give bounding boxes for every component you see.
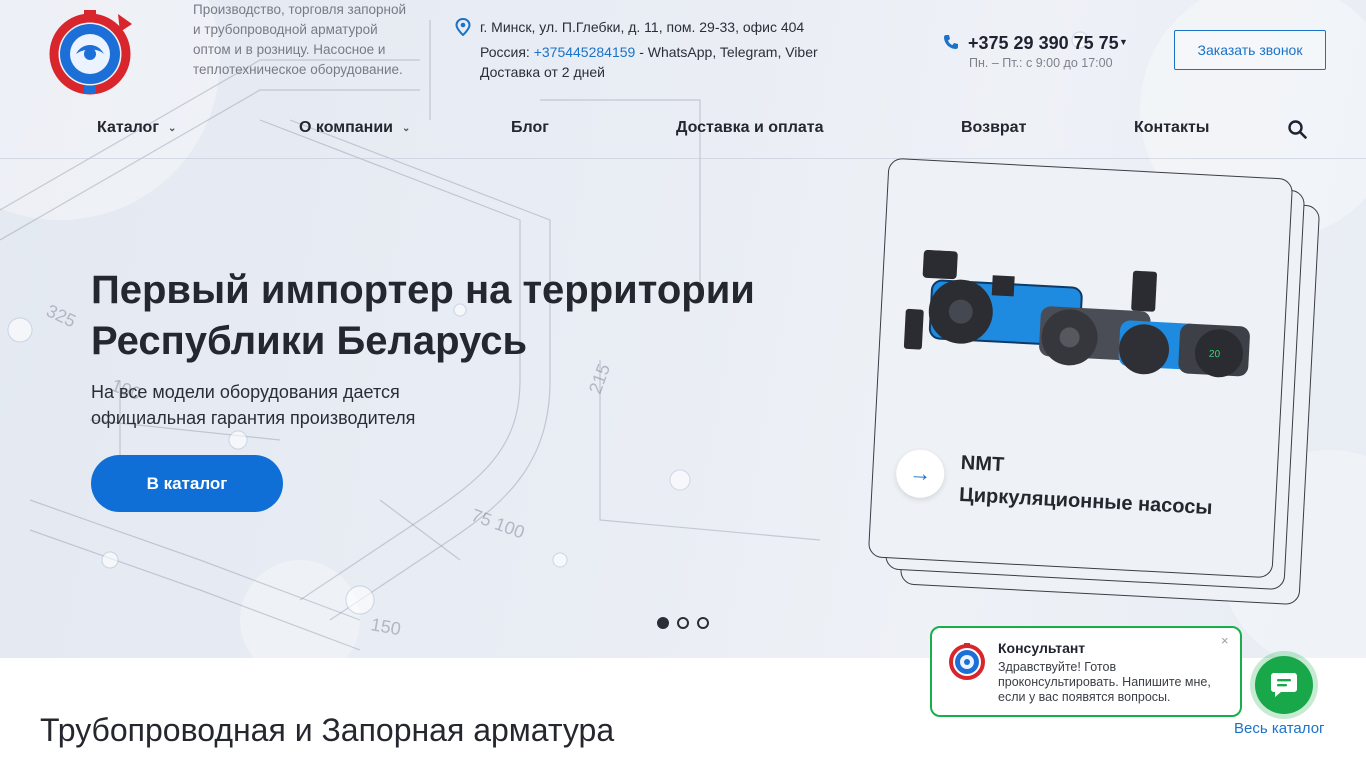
svg-text:325: 325 (43, 300, 79, 331)
hero-subtitle: На все модели оборудования дается официа… (91, 382, 416, 428)
slide-card-category: Циркуляционные насосы (958, 483, 1214, 520)
open-chat-button[interactable] (1255, 656, 1313, 714)
circulation-pumps-image: 20 (903, 249, 1250, 378)
search-icon[interactable] (1288, 120, 1307, 139)
order-callback-button[interactable]: Заказать звонок (1174, 30, 1326, 70)
slider-dot[interactable] (677, 617, 689, 629)
close-icon[interactable]: × (1221, 633, 1229, 648)
chevron-down-icon: ⌄ (167, 123, 177, 134)
all-catalog-link[interactable]: Весь каталог (1234, 720, 1325, 737)
nav-item-delivery[interactable]: Доставка и оплата (676, 119, 824, 137)
delivery-info: Доставка от 2 дней (480, 64, 605, 80)
nav-item-about[interactable]: О компании ⌄ (299, 119, 410, 137)
consultant-avatar (949, 643, 985, 680)
russia-phone-link[interactable]: +375445284159 (534, 44, 636, 60)
office-address: г. Минск, ул. П.Глебки, д. 11, пом. 29-3… (480, 19, 805, 35)
phone-icon (944, 35, 958, 49)
messengers-text: - WhatsApp, Telegram, Viber (635, 44, 818, 60)
slider-pagination (657, 617, 709, 629)
svg-text:75 100: 75 100 (469, 505, 528, 543)
nav-item-contacts[interactable]: Контакты (1134, 119, 1209, 137)
slide-card-model: NMT (960, 451, 1005, 477)
section-title: Трубопроводная и Запорная арматура (40, 712, 615, 748)
consultant-chat-popup[interactable]: Консультант Здравствуйте! Готов проконсу… (930, 626, 1242, 717)
slider-dot[interactable] (697, 617, 709, 629)
nav-item-label: Каталог (97, 119, 159, 136)
nav-item-blog[interactable]: Блог (511, 119, 549, 137)
to-catalog-button[interactable]: В каталог (91, 455, 283, 512)
russia-contact: Россия: +375445284159 - WhatsApp, Telegr… (480, 44, 818, 60)
slide-arrow-button[interactable]: → (895, 448, 946, 499)
chevron-down-icon: ⌄ (401, 123, 411, 134)
hero-title: Первый импортер на территории Республики… (91, 268, 755, 363)
slide-card-content[interactable]: 20 → NMT Циркуляционные насосы (868, 158, 1293, 579)
nav-divider (0, 158, 1366, 159)
location-pin-icon (455, 18, 471, 36)
phone-dropdown-caret-icon[interactable]: ▼ (1119, 37, 1128, 47)
consultant-name: Консультант (998, 640, 1086, 656)
working-hours: Пн. – Пт.: с 9:00 до 17:00 (969, 56, 1113, 70)
main-phone-number[interactable]: +375 29 390 75 75 (968, 33, 1119, 54)
consultant-message: Здравствуйте! Готов проконсультировать. … (998, 660, 1211, 704)
nav-item-catalog[interactable]: Каталог ⌄ (97, 119, 176, 137)
svg-text:20: 20 (1209, 349, 1221, 361)
company-tagline: Производство, торговля запорной и трубоп… (193, 2, 407, 77)
svg-text:150: 150 (369, 614, 402, 639)
chat-bubble-icon (1271, 673, 1297, 697)
slider-dot[interactable] (657, 617, 669, 629)
russia-prefix: Россия: (480, 44, 534, 60)
company-logo[interactable] (46, 8, 134, 96)
nav-item-return[interactable]: Возврат (961, 119, 1026, 137)
nav-item-label: О компании (299, 119, 393, 136)
